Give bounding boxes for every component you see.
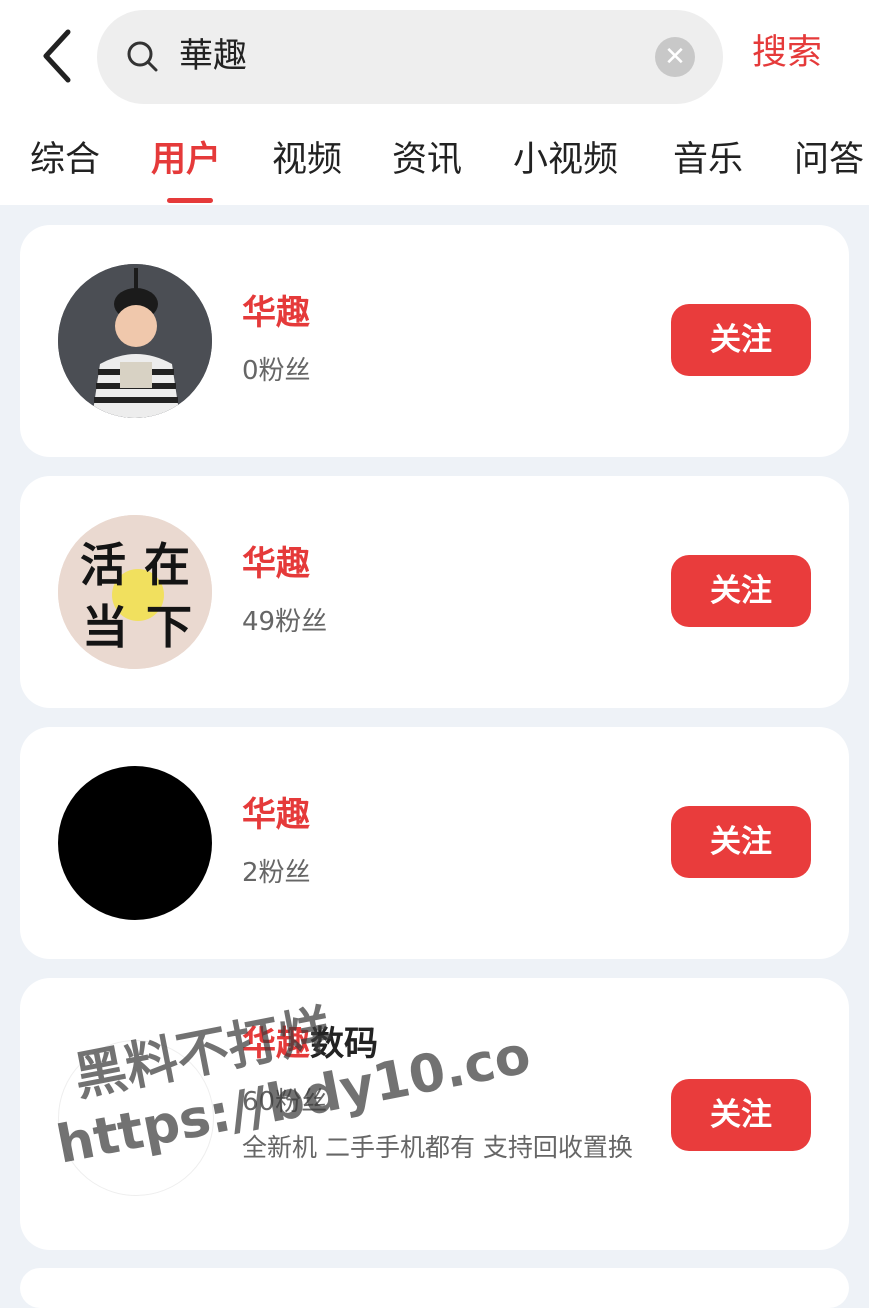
user-card[interactable]: 活 在 当 下 华趣 49粉丝 关注 xyxy=(20,476,849,708)
avatar-calligraphy: 活 在 当 下 xyxy=(58,515,212,669)
header: 華趣 ✕ 搜索 综合 用户 视频 资讯 小视频 音乐 问答 xyxy=(0,0,869,205)
user-card[interactable]: 华趣 2粉丝 关注 xyxy=(20,727,849,959)
avatar-char: 当 xyxy=(82,600,128,654)
follow-button[interactable]: 关注 xyxy=(671,1079,811,1151)
tab-users[interactable]: 用户 xyxy=(151,134,221,186)
close-icon[interactable]: ✕ xyxy=(655,37,695,77)
tab-music[interactable]: 音乐 xyxy=(673,134,743,186)
follow-button[interactable]: 关注 xyxy=(671,555,811,627)
search-icon xyxy=(127,41,158,72)
user-name[interactable]: 华趣 xyxy=(242,793,310,837)
search-query[interactable]: 華趣 xyxy=(179,32,247,80)
follow-button[interactable]: 关注 xyxy=(671,806,811,878)
tab-bar: 综合 用户 视频 资讯 小视频 音乐 问答 xyxy=(0,134,869,204)
fans-count: 0粉丝 xyxy=(242,356,311,386)
avatar-char: 在 xyxy=(144,538,190,592)
tab-short-videos[interactable]: 小视频 xyxy=(513,134,618,186)
avatar-char: 下 xyxy=(146,600,192,654)
user-name[interactable]: 华趣 xyxy=(242,542,310,586)
tab-videos[interactable]: 视频 xyxy=(272,134,342,186)
user-description: 全新机 二手手机都有 支持回收置换 xyxy=(242,1133,633,1162)
avatar[interactable] xyxy=(58,766,212,920)
tab-all[interactable]: 综合 xyxy=(30,134,100,186)
search-input[interactable]: 華趣 ✕ xyxy=(97,10,723,104)
avatar[interactable] xyxy=(58,264,212,418)
tab-qa[interactable]: 问答 xyxy=(794,134,864,186)
avatar[interactable]: 活 在 当 下 xyxy=(58,515,212,669)
fans-count: 49粉丝 xyxy=(242,607,328,637)
avatar-char: 活 xyxy=(80,538,126,592)
tab-active-indicator xyxy=(167,198,213,203)
avatar-photo xyxy=(58,264,212,418)
search-button[interactable]: 搜索 xyxy=(752,28,822,78)
fans-count: 2粉丝 xyxy=(242,858,311,888)
chevron-left-icon xyxy=(43,29,71,83)
user-card-partial xyxy=(20,1268,849,1308)
tab-news[interactable]: 资讯 xyxy=(392,134,462,186)
follow-button[interactable]: 关注 xyxy=(671,304,811,376)
user-card[interactable]: 华趣 0粉丝 关注 xyxy=(20,225,849,457)
user-name[interactable]: 华趣 xyxy=(242,291,310,335)
back-button[interactable] xyxy=(30,24,90,88)
